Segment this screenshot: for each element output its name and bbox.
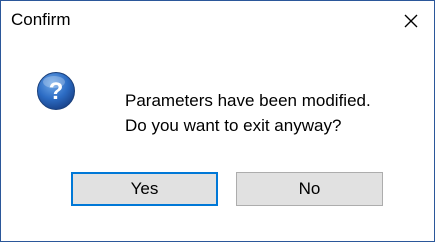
dialog-content: ? Parameters have been modified. Do you …: [1, 41, 434, 241]
question-icon: ?: [36, 71, 76, 111]
close-icon: [403, 13, 419, 29]
dialog-message: Parameters have been modified. Do you wa…: [125, 88, 371, 138]
no-button[interactable]: No: [236, 172, 383, 206]
window-title: Confirm: [11, 10, 71, 29]
title-bar[interactable]: Confirm: [1, 1, 434, 41]
svg-text:?: ?: [49, 78, 64, 105]
close-button[interactable]: [388, 1, 434, 41]
message-line-1: Parameters have been modified.: [125, 91, 371, 110]
message-line-2: Do you want to exit anyway?: [125, 116, 342, 135]
confirm-dialog: Confirm ? Parameters have been modified.…: [0, 0, 435, 242]
yes-button[interactable]: Yes: [71, 172, 218, 206]
